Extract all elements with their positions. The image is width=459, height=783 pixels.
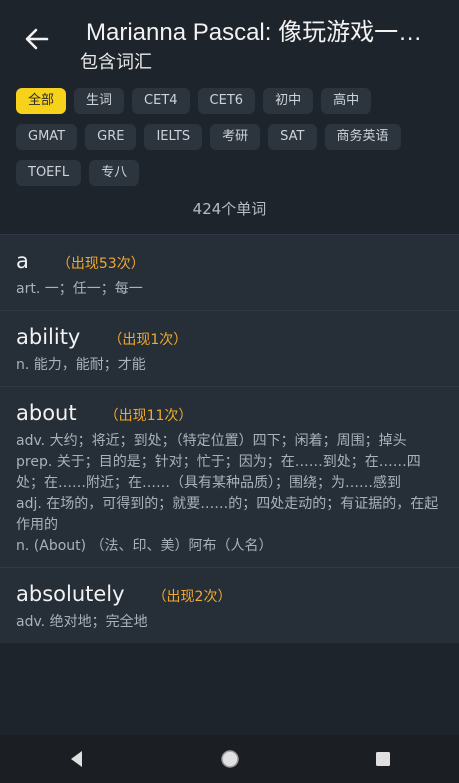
word-header: absolutely （出现2次）: [16, 582, 443, 606]
arrow-left-icon: [25, 28, 49, 50]
tag-all[interactable]: 全部: [16, 88, 67, 114]
word-frequency: （出现11次）: [104, 408, 193, 424]
page-title: Marianna Pascal: 像玩游戏一样学英语: [86, 19, 446, 46]
definition-line: adv. 绝对地；完全地: [16, 614, 148, 630]
word-frequency: （出现53次）: [56, 256, 145, 272]
tag-business-english[interactable]: 商务英语: [324, 124, 401, 150]
system-nav-bar: [0, 735, 459, 783]
circle-home-icon: [220, 750, 239, 768]
square-recent-icon: [375, 752, 390, 766]
tag-cet6[interactable]: CET6: [197, 88, 256, 114]
tag-sat[interactable]: SAT: [268, 124, 317, 150]
tag-junior-high[interactable]: 初中: [263, 88, 314, 114]
tag-tem8[interactable]: 专八: [89, 160, 140, 186]
word-text: about: [16, 401, 77, 425]
word-text: absolutely: [16, 582, 125, 606]
word-list: a （出现53次） art. 一；任一；每一 ability （出现1次） n.…: [0, 234, 459, 643]
word-text: a: [16, 249, 29, 273]
tag-row-1: 全部 生词 CET4 CET6 初中 高中: [16, 88, 443, 114]
tag-gre[interactable]: GRE: [85, 124, 137, 150]
app-header: Marianna Pascal: 像玩游戏一样学英语 包含词汇: [0, 0, 459, 78]
tag-gmat[interactable]: GMAT: [16, 124, 78, 150]
tag-ielts[interactable]: IELTS: [144, 124, 203, 150]
word-definition: adv. 绝对地；完全地: [16, 612, 443, 633]
word-header: about （出现11次）: [16, 401, 443, 425]
tag-row-2: GMAT GRE IELTS 考研 SAT 商务英语: [16, 124, 443, 150]
word-definition: n. 能力，能耐；才能: [16, 355, 443, 376]
definition-line: adj. 在场的，可得到的；就要……的；四处走动的；有证据的，在起作用的: [16, 496, 439, 533]
tag-senior-high[interactable]: 高中: [321, 88, 372, 114]
back-button[interactable]: [22, 24, 52, 54]
tag-new-words[interactable]: 生词: [74, 88, 125, 114]
definition-line: n. 能力，能耐；才能: [16, 357, 146, 373]
definition-line: adv. 大约；将近；到处；（特定位置）四下；闲着；周围；掉头: [16, 433, 407, 449]
list-item[interactable]: a （出现53次） art. 一；任一；每一: [0, 234, 459, 310]
tag-kaoyan[interactable]: 考研: [210, 124, 261, 150]
definition-line: prep. 关于；目的是；针对；忙于；因为；在……到处；在……四处；在……附近；…: [16, 454, 421, 491]
definition-line: art. 一；任一；每一: [16, 281, 143, 297]
nav-back-button[interactable]: [57, 739, 97, 779]
triangle-back-icon: [70, 751, 82, 767]
word-frequency: （出现1次）: [108, 332, 188, 348]
tag-row-3: TOEFL 专八: [16, 160, 443, 186]
word-header: ability （出现1次）: [16, 325, 443, 349]
word-count: 424个单词: [192, 200, 267, 218]
definition-line: n. (About) （法、印、美）阿布（人名）: [16, 538, 273, 554]
nav-recent-button[interactable]: [363, 739, 403, 779]
tag-filter: 全部 生词 CET4 CET6 初中 高中 GMAT GRE IELTS 考研 …: [0, 78, 459, 186]
tag-toefl[interactable]: TOEFL: [16, 160, 82, 186]
page-subtitle: 包含词汇: [80, 52, 152, 73]
list-item[interactable]: about （出现11次） adv. 大约；将近；到处；（特定位置）四下；闲着；…: [0, 386, 459, 567]
list-item[interactable]: ability （出现1次） n. 能力，能耐；才能: [0, 310, 459, 386]
word-frequency: （出现2次）: [152, 589, 232, 605]
list-item[interactable]: absolutely （出现2次） adv. 绝对地；完全地: [0, 567, 459, 643]
word-definition: art. 一；任一；每一: [16, 279, 443, 300]
word-header: a （出现53次）: [16, 249, 443, 273]
word-text: ability: [16, 325, 81, 349]
nav-home-button[interactable]: [210, 739, 250, 779]
tag-cet4[interactable]: CET4: [132, 88, 190, 114]
word-definition: adv. 大约；将近；到处；（特定位置）四下；闲着；周围；掉头 prep. 关于…: [16, 431, 443, 557]
